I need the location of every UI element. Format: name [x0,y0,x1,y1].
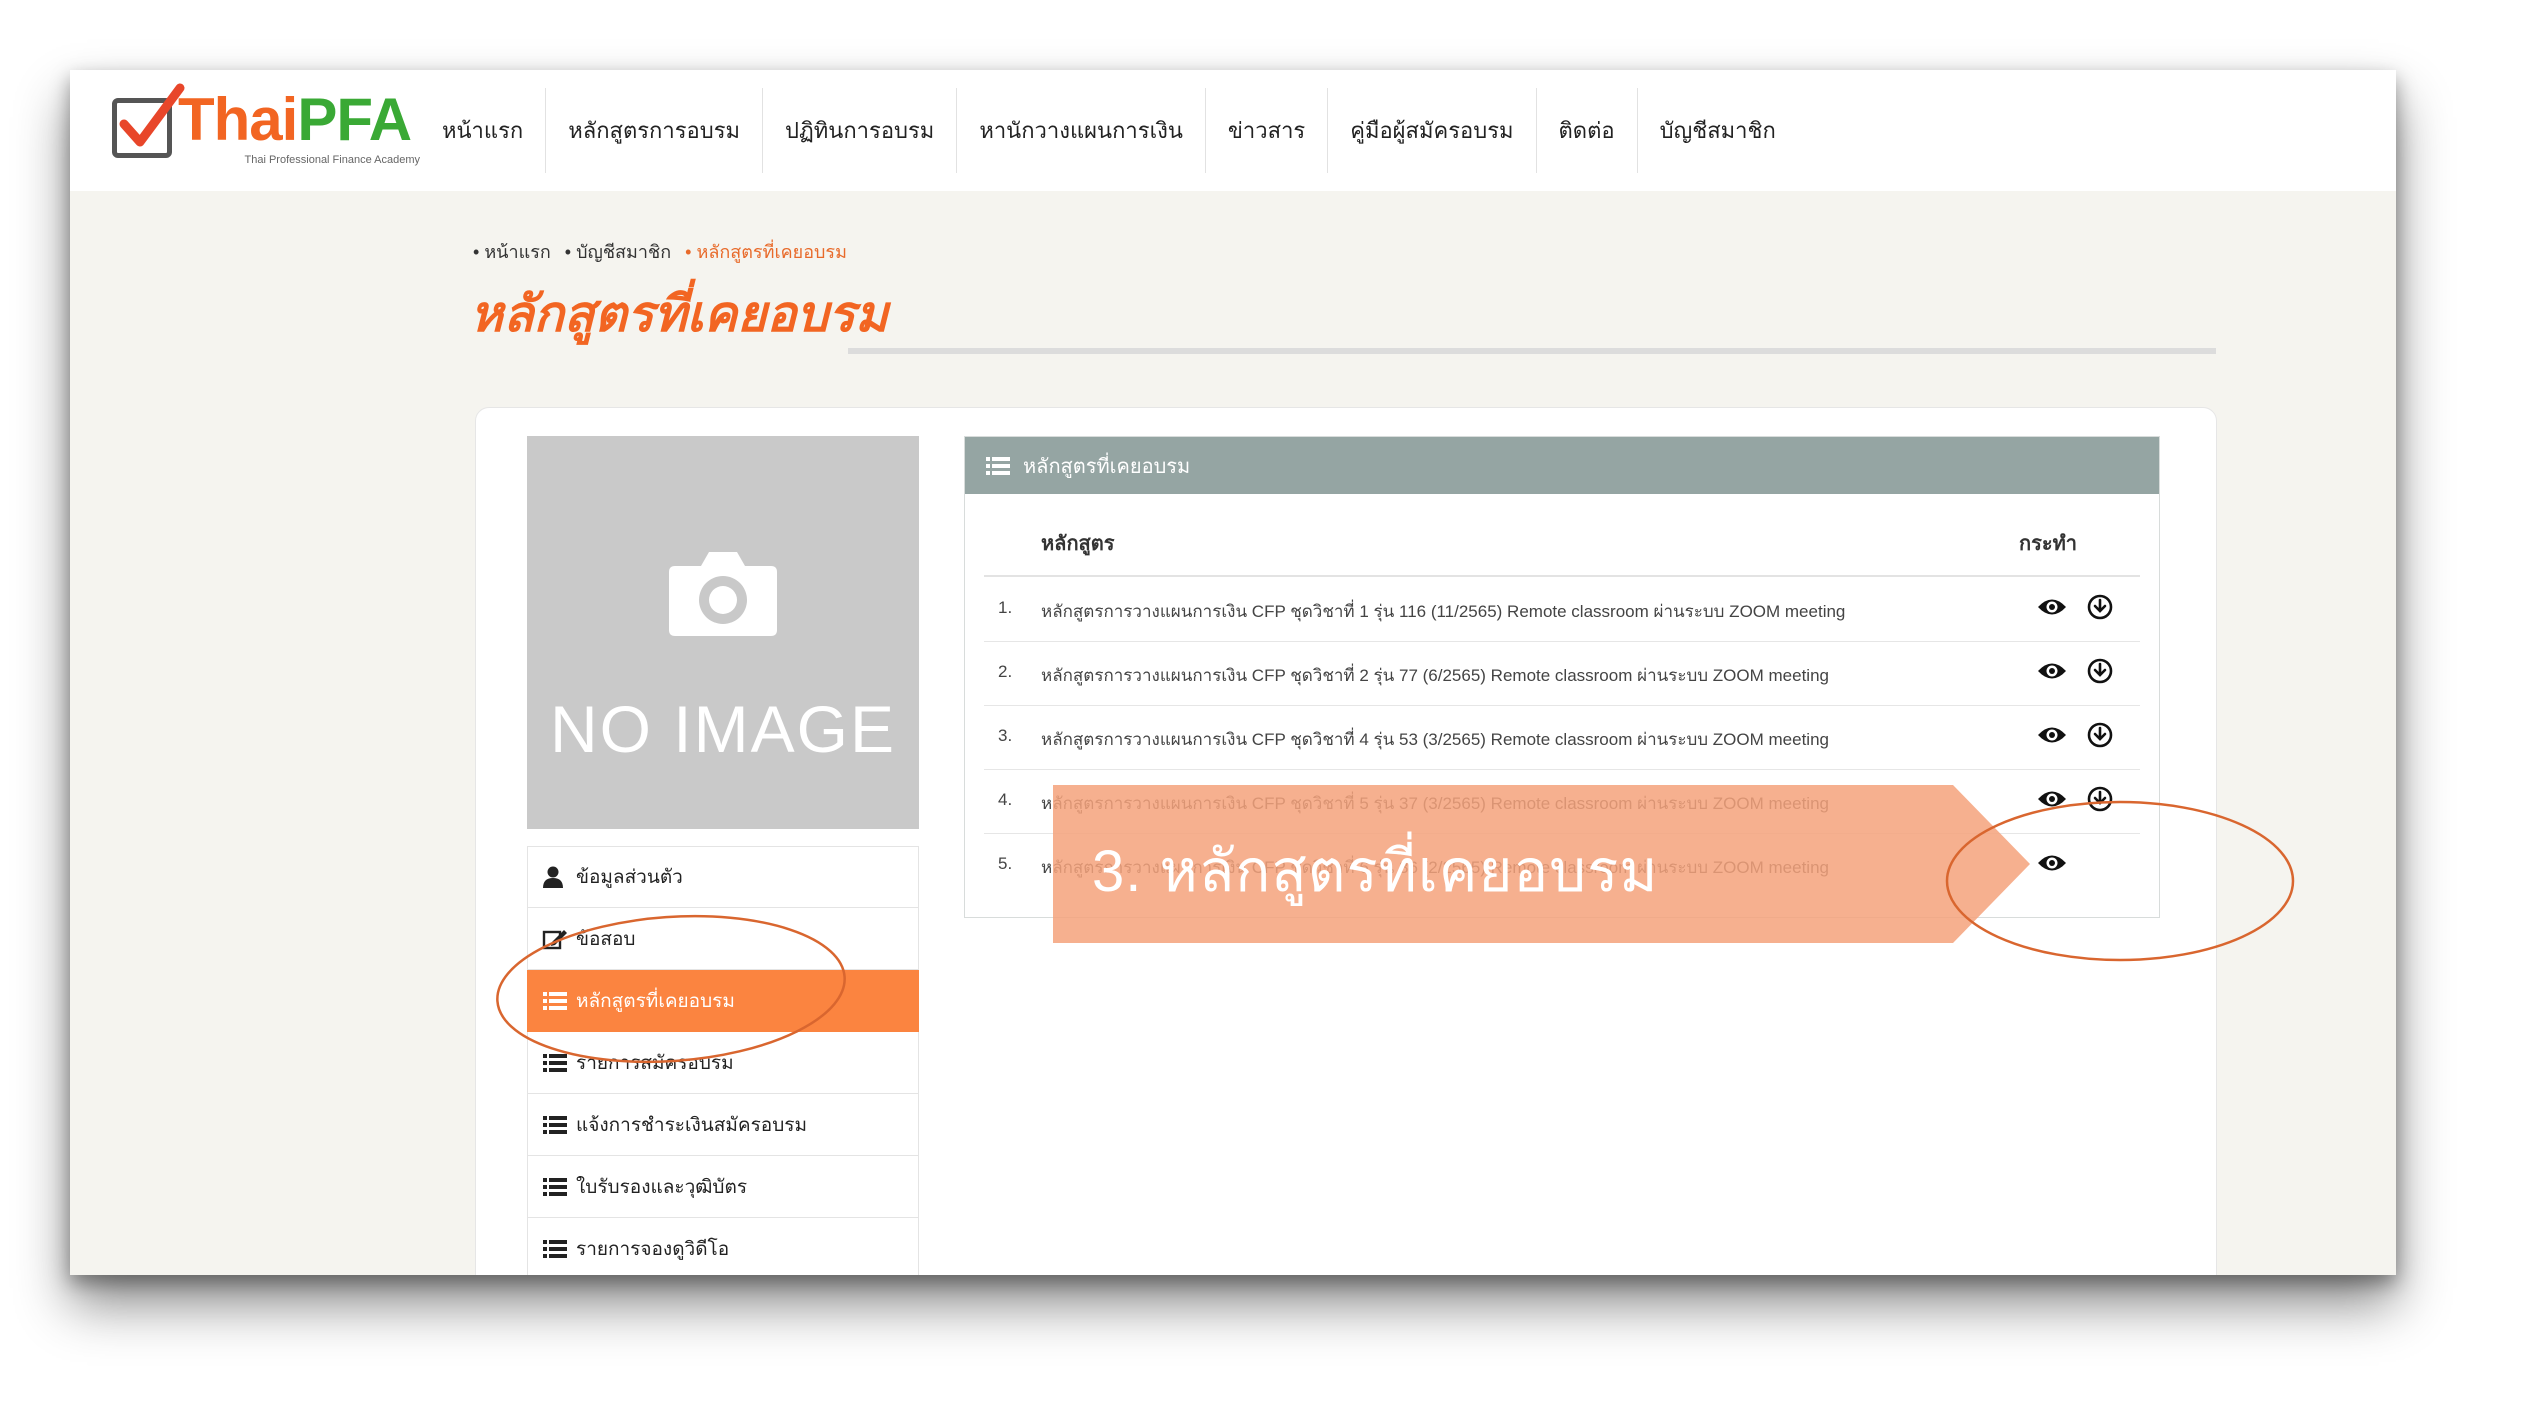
nav-calendar[interactable]: ปฏิทินการอบรม [763,88,958,173]
menu-item-certificates[interactable]: ใบรับรองและวุฒิบัตร [527,1156,919,1218]
download-icon[interactable] [2087,658,2113,684]
page-title: หลักสูตรที่เคยอบรม [470,286,889,342]
download-icon[interactable] [2087,786,2113,812]
breadcrumb-home[interactable]: หน้าแรก [473,237,550,266]
menu-item-label: รายการสมัครอบรม [576,1052,734,1074]
row-number: 2. [998,662,1013,681]
menu-item-exam[interactable]: ข้อสอบ [527,908,919,970]
download-icon[interactable] [2087,722,2113,748]
course-name: หลักสูตรการวางแผนการเงิน CFP ชุดวิชาที่ … [1041,730,1829,749]
main-nav: หน้าแรก หลักสูตรการอบรม ปฏิทินการอบรม หา… [420,88,1798,173]
list-icon [543,1177,567,1196]
thaipfa-logo[interactable]: ThaiPFA Thai Professional Finance Academ… [112,83,420,170]
menu-item-label: รายการจองดูวิดีโอ [576,1238,730,1260]
nav-find-planner[interactable]: หานักวางแผนการเงิน [957,88,1206,173]
breadcrumb-current: หลักสูตรที่เคยอบรม [685,237,847,266]
row-number: 1. [998,598,1013,617]
panel-header: หลักสูตรที่เคยอบรม [965,437,2159,494]
nav-courses[interactable]: หลักสูตรการอบรม [546,88,764,173]
profile-image-placeholder: NO IMAGE [527,436,919,829]
row-number: 5. [998,854,1013,873]
edit-icon [542,929,567,949]
menu-item-personal-info[interactable]: ข้อมูลส่วนตัว [527,846,919,908]
nav-news[interactable]: ข่าวสาร [1206,88,1329,173]
row-number: 4. [998,790,1013,809]
menu-item-past-courses[interactable]: หลักสูตรที่เคยอบรม [527,970,919,1032]
list-icon [543,1115,567,1134]
view-eye-icon[interactable] [2037,660,2067,682]
table-header: หลักสูตร กระทำ [984,527,2140,577]
nav-home[interactable]: หน้าแรก [420,88,547,173]
view-eye-icon[interactable] [2037,788,2067,810]
no-image-label: NO IMAGE [549,692,897,766]
column-header-course: หลักสูตร [1041,533,1115,555]
course-name: หลักสูตรการวางแผนการเงิน CFP ชุดวิชาที่ … [1041,794,1829,813]
breadcrumb: หน้าแรก บัญชีสมาชิก หลักสูตรที่เคยอบรม [473,237,847,266]
menu-item-label: ใบรับรองและวุฒิบัตร [576,1176,748,1198]
menu-item-label: แจ้งการชำระเงินสมัครอบรม [576,1114,808,1136]
menu-item-registrations[interactable]: รายการสมัครอบรม [527,1032,919,1094]
nav-applicant-guide[interactable]: คู่มือผู้สมัครอบรม [1328,88,1537,173]
course-name: หลักสูตรการวางแผนการเงิน CFP ชุดวิชาที่ … [1041,666,1829,685]
logo-tagline: Thai Professional Finance Academy [244,154,420,166]
menu-item-video-bookings[interactable]: รายการจองดูวิดีโอ [527,1218,919,1275]
nav-member-account[interactable]: บัญชีสมาชิก [1638,88,1798,173]
logo-wordmark: ThaiPFA [178,86,412,153]
menu-item-label: ข้อสอบ [576,928,636,950]
menu-item-payment-notice[interactable]: แจ้งการชำระเงินสมัครอบรม [527,1094,919,1156]
column-header-action: กระทำ [2019,533,2078,555]
view-eye-icon[interactable] [2037,596,2067,618]
list-icon [543,991,567,1010]
top-navbar: ThaiPFA Thai Professional Finance Academ… [70,70,2396,191]
list-icon [543,1239,567,1258]
course-name: หลักสูตรการวางแผนการเงิน CFP ชุดวิชาที่ … [1041,602,1846,621]
breadcrumb-account[interactable]: บัญชีสมาชิก [565,237,671,266]
row-number: 3. [998,726,1013,745]
camera-icon [669,552,777,636]
annotation-step-label: 3. หลักสูตรที่เคยอบรม [1092,839,1659,904]
list-icon [543,1053,567,1072]
nav-contact[interactable]: ติดต่อ [1537,88,1638,173]
table-row: 1. หลักสูตรการวางแผนการเงิน CFP ชุดวิชาท… [984,578,2140,642]
account-side-menu: ข้อมูลส่วนตัว ข้อสอบ หลักสูตรที่เคยอบรม [527,846,919,1275]
browser-screen: ThaiPFA Thai Professional Finance Academ… [70,70,2396,1275]
panel-title: หลักสูตรที่เคยอบรม [1023,455,1191,478]
title-divider [848,348,2216,354]
menu-item-label: ข้อมูลส่วนตัว [576,867,683,888]
table-row: 3. หลักสูตรการวางแผนการเงิน CFP ชุดวิชาท… [984,706,2140,770]
view-eye-icon[interactable] [2037,852,2067,874]
download-icon[interactable] [2087,594,2113,620]
list-icon [986,456,1010,475]
menu-item-label: หลักสูตรที่เคยอบรม [576,990,735,1012]
view-eye-icon[interactable] [2037,724,2067,746]
table-row: 2. หลักสูตรการวางแผนการเงิน CFP ชุดวิชาท… [984,642,2140,706]
user-icon [543,866,563,888]
